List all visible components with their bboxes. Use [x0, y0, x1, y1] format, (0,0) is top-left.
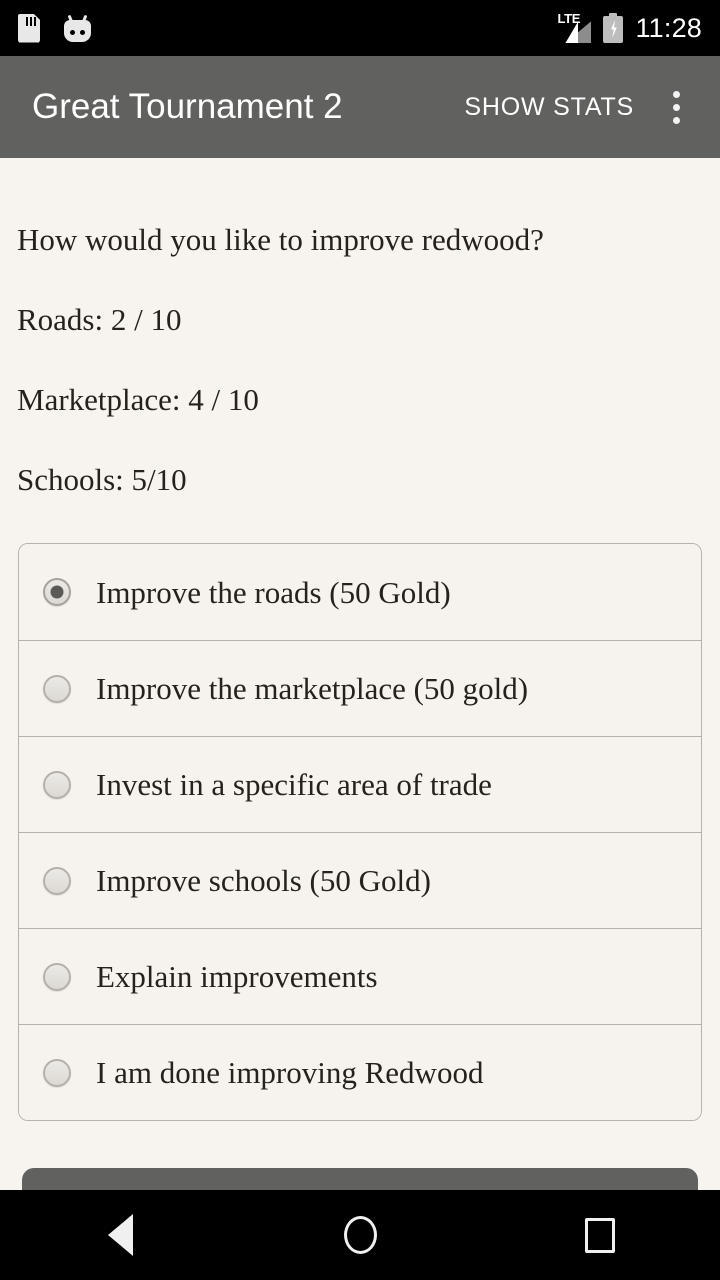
radio-button-icon[interactable]	[43, 1058, 71, 1087]
back-icon[interactable]	[60, 1190, 180, 1280]
radio-button-icon[interactable]	[43, 866, 71, 895]
android-screen: LTE 11:28 Great Tournament 2 SHOW STATS …	[0, 0, 720, 1280]
stat-schools: Schools: 5/10	[17, 462, 187, 497]
radio-option-improve-marketplace[interactable]: Improve the marketplace (50 gold)	[19, 640, 701, 736]
radio-option-improve-schools[interactable]: Improve schools (50 Gold)	[19, 832, 701, 928]
status-bar-right-icons: LTE 11:28	[557, 11, 702, 43]
radio-button-icon[interactable]	[43, 674, 71, 703]
radio-option-label: Invest in a specific area of trade	[96, 767, 492, 802]
clock-time: 11:28	[635, 12, 702, 43]
more-vert-icon[interactable]	[652, 77, 700, 137]
options-radio-group: Improve the roads (50 Gold) Improve the …	[18, 543, 702, 1121]
status-bar-left-icons	[18, 13, 91, 43]
radio-option-invest-trade[interactable]: Invest in a specific area of trade	[19, 736, 701, 832]
recents-icon[interactable]	[540, 1190, 660, 1280]
status-bar: LTE 11:28	[0, 0, 720, 56]
radio-option-label: Explain improvements	[96, 959, 378, 994]
radio-option-improve-roads[interactable]: Improve the roads (50 Gold)	[19, 544, 701, 640]
radio-button-icon[interactable]	[43, 578, 71, 606]
navigation-bar	[0, 1190, 720, 1280]
show-stats-button[interactable]: SHOW STATS	[450, 83, 648, 132]
stat-roads: Roads: 2 / 10	[17, 302, 182, 337]
stat-marketplace: Marketplace: 4 / 10	[17, 382, 259, 417]
radio-option-label: Improve schools (50 Gold)	[96, 863, 431, 898]
radio-button-icon[interactable]	[43, 770, 71, 799]
radio-option-label: Improve the roads (50 Gold)	[96, 574, 451, 610]
home-icon[interactable]	[300, 1190, 420, 1280]
radio-option-explain-improvements[interactable]: Explain improvements	[19, 928, 701, 1024]
main-content: How would you like to improve redwood? R…	[0, 158, 720, 1190]
battery-charging-icon	[603, 13, 624, 43]
radio-button-icon[interactable]	[43, 962, 71, 991]
app-bar: Great Tournament 2 SHOW STATS	[0, 56, 720, 158]
android-bugdroid-icon	[64, 14, 91, 42]
network-type-label: LTE	[557, 11, 581, 26]
prompt-text: How would you like to improve redwood?	[17, 222, 544, 257]
signal-icon: LTE	[557, 11, 592, 43]
radio-option-label: Improve the marketplace (50 gold)	[96, 671, 529, 706]
radio-option-done-improving[interactable]: I am done improving Redwood	[19, 1024, 701, 1120]
app-title: Great Tournament 2	[32, 87, 343, 126]
sdcard-icon	[18, 13, 40, 43]
radio-option-label: I am done improving Redwood	[96, 1055, 484, 1090]
